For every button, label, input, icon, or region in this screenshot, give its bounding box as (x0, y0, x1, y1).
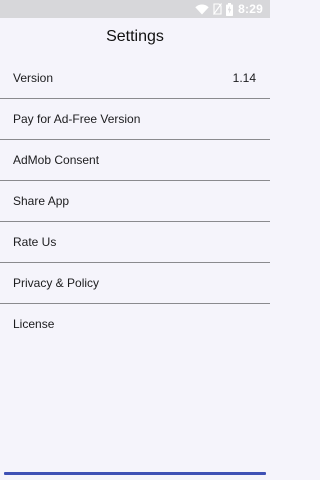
privacy-policy-label: Privacy & Policy (13, 276, 100, 290)
settings-item-version[interactable]: Version 1.14 (0, 58, 270, 99)
settings-item-ad-free[interactable]: Pay for Ad-Free Version (0, 99, 270, 140)
settings-list: Version 1.14 Pay for Ad-Free Version AdM… (0, 58, 270, 345)
ad-free-label: Pay for Ad-Free Version (13, 112, 141, 126)
license-label: License (13, 317, 55, 331)
settings-item-license[interactable]: License (0, 304, 270, 345)
settings-item-share-app[interactable]: Share App (0, 181, 270, 222)
version-value: 1.14 (232, 71, 256, 85)
bottom-accent-bar (4, 472, 266, 475)
status-bar: 8:29 (0, 0, 270, 18)
page-title: Settings (106, 28, 164, 45)
share-app-label: Share App (13, 194, 70, 208)
wifi-icon (195, 4, 209, 15)
settings-item-privacy-policy[interactable]: Privacy & Policy (0, 263, 270, 304)
settings-item-admob-consent[interactable]: AdMob Consent (0, 140, 270, 181)
no-sim-icon (213, 3, 223, 15)
battery-charging-icon (226, 2, 234, 16)
admob-consent-label: AdMob Consent (13, 153, 100, 167)
settings-item-rate-us[interactable]: Rate Us (0, 222, 270, 263)
status-clock: 8:29 (238, 2, 263, 16)
rate-us-label: Rate Us (13, 235, 57, 249)
status-icons: 8:29 (195, 1, 263, 17)
version-label: Version (13, 71, 54, 85)
